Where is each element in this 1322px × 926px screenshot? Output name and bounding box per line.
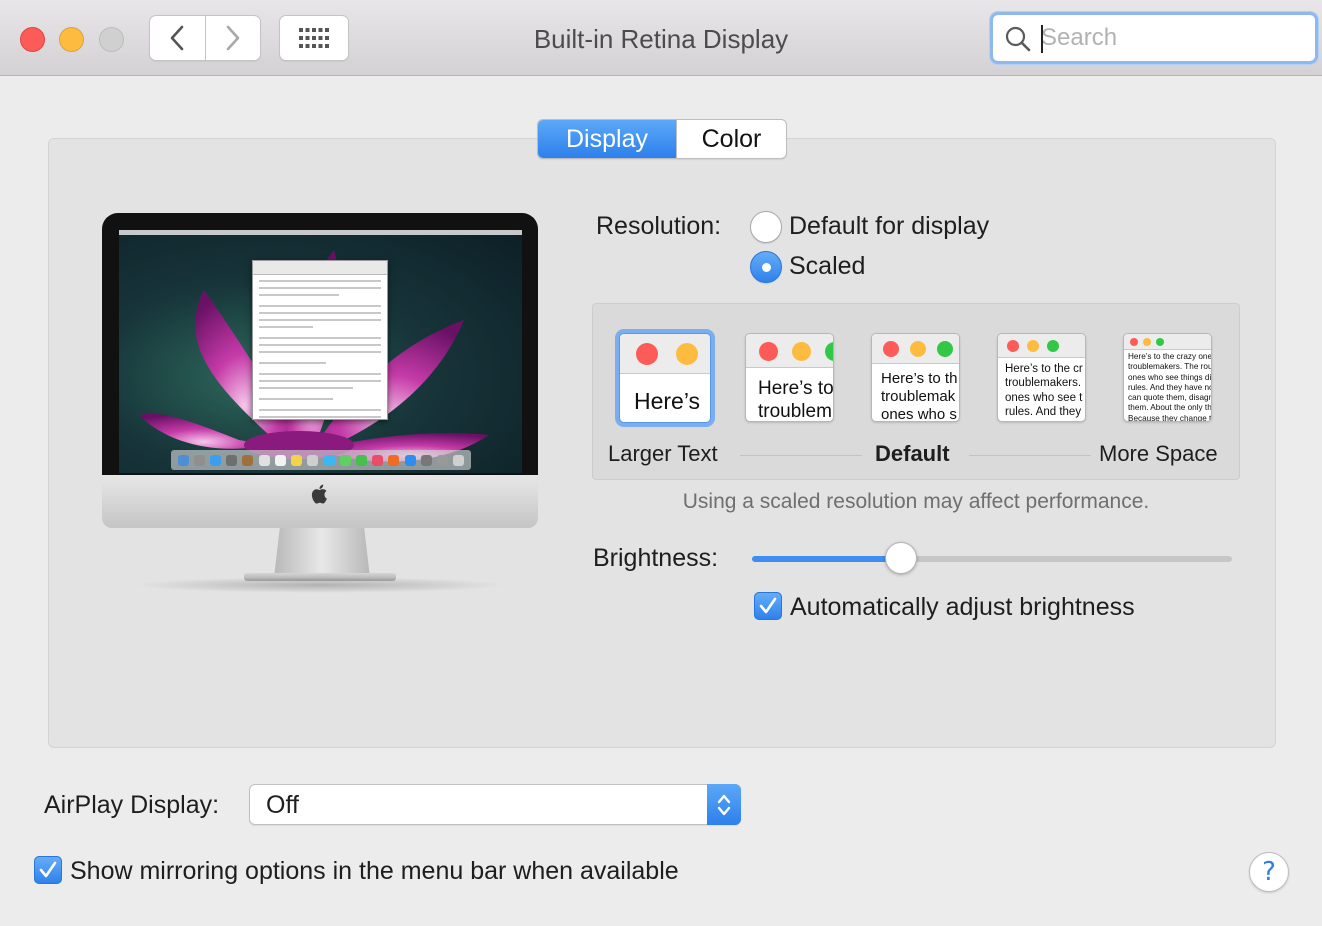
- imac-illustration: [102, 213, 538, 593]
- imac-document-window: [252, 260, 388, 420]
- auto-brightness-label[interactable]: Automatically adjust brightness: [790, 593, 1135, 622]
- search-input[interactable]: [1039, 21, 1299, 55]
- close-dot-icon: [1130, 338, 1138, 346]
- auto-brightness-checkbox[interactable]: [754, 592, 782, 620]
- imac-dock: [171, 450, 471, 470]
- resolution-label: Resolution:: [596, 212, 722, 240]
- show-mirroring-checkbox[interactable]: [34, 856, 62, 884]
- scale-divider-right: [969, 455, 1091, 456]
- minimize-dot-icon: [1027, 340, 1039, 352]
- chevron-right-icon: [226, 25, 240, 51]
- scale-divider-left: [740, 455, 862, 456]
- tab-color[interactable]: Color: [676, 120, 786, 158]
- default-for-display-label[interactable]: Default for display: [789, 212, 989, 241]
- forward-button[interactable]: [204, 16, 261, 60]
- checkmark-icon: [759, 597, 777, 614]
- zoom-dot-icon: [937, 341, 953, 357]
- minimize-window-button[interactable]: [59, 27, 84, 52]
- checkmark-icon: [39, 861, 57, 878]
- close-dot-icon: [1007, 340, 1019, 352]
- chevron-up-down-icon: [717, 794, 731, 815]
- back-button[interactable]: [150, 16, 205, 60]
- zoom-window-button: [99, 27, 124, 52]
- airplay-display-label: AirPlay Display:: [44, 791, 220, 819]
- thumbnail-text: Here’s: [634, 388, 701, 414]
- radio-default-for-display[interactable]: [750, 211, 782, 243]
- default-scale-label: Default: [875, 441, 950, 466]
- radio-scaled[interactable]: [750, 251, 782, 283]
- search-icon: [1005, 26, 1031, 52]
- show-mirroring-label[interactable]: Show mirroring options in the menu bar w…: [70, 857, 679, 886]
- close-dot-icon: [759, 342, 778, 361]
- scale-option-2[interactable]: Here’s to troublem: [745, 333, 834, 422]
- scaled-resolution-hint: Using a scaled resolution may affect per…: [682, 490, 1150, 513]
- minimize-dot-icon: [792, 342, 811, 361]
- brightness-slider-knob[interactable]: [884, 542, 917, 574]
- scale-option-default[interactable]: Here’s to th troublemak ones who s: [871, 333, 960, 422]
- apple-logo-icon: [311, 484, 327, 504]
- brightness-slider[interactable]: [752, 556, 1232, 562]
- airplay-display-select[interactable]: Off: [249, 784, 741, 825]
- chevron-left-icon: [170, 25, 184, 51]
- thumbnail-text: Here’s to th troublemak ones who s: [881, 370, 958, 422]
- close-window-button[interactable]: [20, 27, 45, 52]
- airplay-display-value: Off: [266, 791, 299, 819]
- scale-option-more-space[interactable]: Here’s to the crazy one troublemakers. T…: [1123, 333, 1212, 422]
- more-space-label: More Space: [1099, 441, 1218, 466]
- zoom-dot-icon: [825, 342, 833, 361]
- search-field[interactable]: [990, 12, 1318, 64]
- imac-menubar: [119, 230, 522, 235]
- larger-text-label: Larger Text: [608, 441, 718, 466]
- imac-screen-frame: [102, 213, 538, 475]
- title-bar: Built-in Retina Display: [0, 0, 1322, 76]
- show-all-button[interactable]: [279, 15, 349, 61]
- minimize-dot-icon: [910, 341, 926, 357]
- text-cursor: [1041, 25, 1043, 53]
- imac-shadow: [132, 577, 508, 593]
- minimize-dot-icon: [676, 343, 698, 365]
- imac-stand: [274, 528, 370, 578]
- close-dot-icon: [883, 341, 899, 357]
- zoom-dot-icon: [1156, 338, 1164, 346]
- zoom-dot-icon: [1047, 340, 1059, 352]
- imac-wallpaper: [119, 230, 522, 473]
- scale-option-larger-text[interactable]: Here’s: [619, 333, 711, 423]
- display-tabs: Display Color: [537, 119, 787, 159]
- thumbnail-text: Here’s to the crazy one troublemakers. T…: [1128, 352, 1212, 422]
- help-button[interactable]: ?: [1249, 852, 1289, 892]
- navigation-buttons: [149, 15, 261, 61]
- close-dot-icon: [636, 343, 658, 365]
- scaled-label[interactable]: Scaled: [789, 252, 865, 281]
- grid-icon: [299, 28, 329, 48]
- brightness-slider-fill: [752, 556, 901, 562]
- select-stepper[interactable]: [707, 784, 741, 825]
- scale-option-4[interactable]: Here’s to the cr troublemakers. ones who…: [997, 333, 1086, 422]
- brightness-label: Brightness:: [593, 544, 719, 572]
- question-mark-icon: ?: [1262, 857, 1276, 887]
- tab-display[interactable]: Display: [538, 120, 676, 158]
- thumbnail-text: Here’s to troublem: [758, 378, 834, 422]
- minimize-dot-icon: [1143, 338, 1151, 346]
- thumbnail-text: Here’s to the cr troublemakers. ones who…: [1005, 363, 1083, 419]
